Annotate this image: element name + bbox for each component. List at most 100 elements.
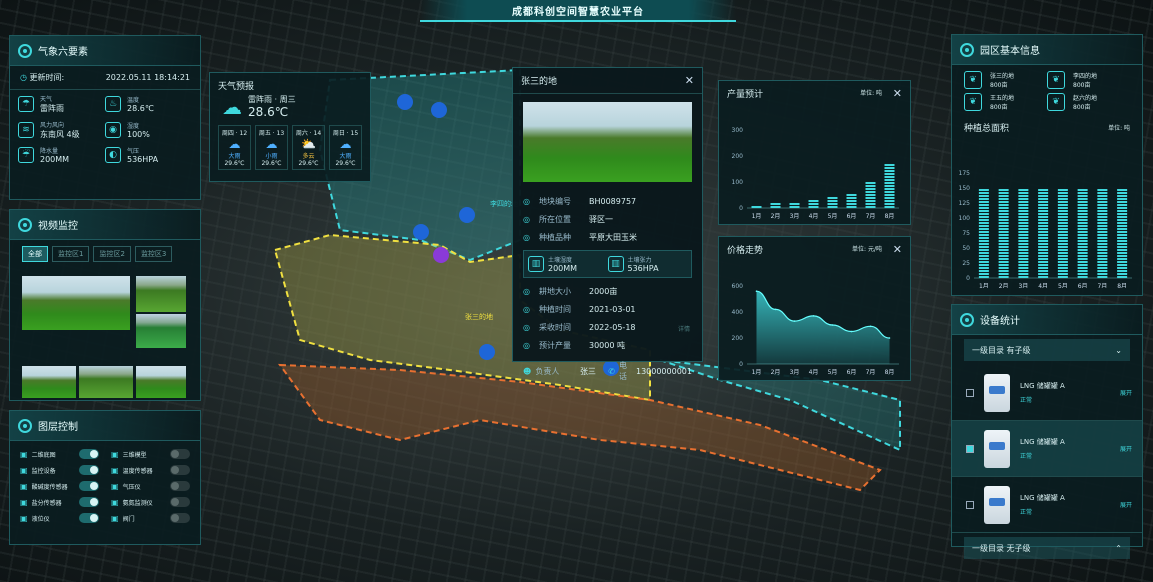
plot-field: ◎ 地块编号 BH0089757	[523, 192, 692, 210]
park-item[interactable]: ❦ 赵六的地 800亩	[1047, 93, 1130, 111]
park-item-name: 赵六的地	[1073, 95, 1098, 102]
y-tick-label: 600	[732, 283, 744, 290]
phone-label: 电话	[619, 361, 627, 381]
bar	[865, 182, 876, 208]
thermometer-icon: ♨	[105, 96, 121, 112]
device-expand[interactable]: 展开	[1120, 388, 1132, 397]
layer-icon: ▣	[111, 465, 119, 475]
panel-title: 图层控制	[38, 422, 78, 433]
chevron-down-icon: ⌄	[1115, 345, 1122, 355]
map-label-plot[interactable]: 张三的地	[465, 312, 493, 322]
layer-label: 液位仪	[31, 515, 50, 523]
device-panel: 设备统计 一级目录 有子级 ⌄ LNG 储罐罐 A 正常 展开 LNG 储罐罐 A 正常展…	[951, 304, 1143, 559]
phone-value: 13000000001	[635, 366, 692, 376]
tank-icon	[984, 485, 1010, 524]
layer-toggle[interactable]	[170, 449, 190, 459]
forecast-day-label: 周四 · 12	[221, 130, 248, 137]
bar	[789, 203, 800, 208]
device-checkbox[interactable]	[966, 444, 974, 453]
clock-icon: ◷	[20, 73, 27, 82]
forecast-now-desc: 雷阵雨 · 周三	[248, 95, 296, 104]
plot-field-label: 耕地大小	[539, 286, 571, 296]
y-tick-label: 50	[962, 245, 970, 252]
device-checkbox[interactable]	[966, 388, 974, 397]
price-point	[850, 330, 853, 333]
layer-toggle[interactable]	[170, 465, 190, 475]
park-panel: 园区基本信息 ❦ 张三的地 800亩 ❦ 李四的地 800亩 ❦ 王五的地 800亩 ❦ 赵六的地 8…	[951, 34, 1143, 296]
video-thumbnail[interactable]	[22, 276, 130, 330]
forecast-now-temp: 28.6℃	[248, 105, 289, 119]
rain-gauge-icon: ☔	[18, 147, 34, 163]
layer-icon: ▣	[111, 513, 119, 523]
layer-toggle[interactable]	[170, 497, 190, 507]
x-tick-label: 1月	[752, 213, 762, 220]
layer-item: ▣ 盐分传感器	[20, 497, 99, 507]
video-tab[interactable]: 监控区2	[93, 246, 131, 262]
layer-toggle[interactable]	[79, 513, 99, 523]
layer-toggle[interactable]	[79, 481, 99, 491]
x-tick-label: 4月	[1038, 283, 1048, 288]
layer-toggle[interactable]	[79, 465, 99, 475]
weather-value: 536HPA	[127, 155, 159, 164]
layer-toggle[interactable]	[79, 449, 99, 459]
layer-toggle[interactable]	[170, 481, 190, 491]
layer-icon: ▣	[111, 497, 119, 507]
panel-title: 视频监控	[38, 221, 78, 232]
close-icon[interactable]: ✕	[893, 243, 902, 256]
park-item[interactable]: ❦ 李四的地 800亩	[1047, 71, 1130, 89]
close-icon[interactable]: ✕	[685, 74, 694, 87]
video-tab[interactable]: 监控区1	[52, 246, 90, 262]
weather-item-text: 降水量 200MM	[40, 146, 69, 164]
layer-label: 三维模型	[122, 451, 147, 459]
video-tab[interactable]: 监控区3	[134, 246, 173, 262]
forecast-day: 周五 · 13 ☁ 小雨 29.6℃	[255, 125, 288, 170]
x-tick-label: 1月	[979, 283, 989, 288]
weather-item: ◐ 气压 536HPA	[105, 146, 192, 164]
plot-field-label: 采收时间	[539, 322, 571, 332]
weather-label: 降水量	[40, 148, 59, 155]
layer-icon: ▣	[20, 497, 28, 507]
layer-item: ▣ 阀门	[111, 513, 190, 523]
weather-item-text: 温度 28.6℃	[127, 95, 154, 113]
group-header-top[interactable]: 一级目录 有子级 ⌄	[964, 339, 1130, 361]
video-thumbnail[interactable]	[136, 366, 186, 398]
camera-marker	[479, 344, 495, 360]
layer-toggle[interactable]	[170, 513, 190, 523]
close-icon[interactable]: ✕	[893, 87, 902, 100]
weather-label: 湿度	[127, 123, 140, 130]
page-title: 成都科创空间智慧农业平台	[420, 0, 736, 22]
device-expand[interactable]: 展开	[1120, 444, 1132, 453]
pressure-icon: ◐	[105, 147, 121, 163]
chart-icon: ◎	[523, 340, 530, 350]
x-tick-label: 5月	[828, 213, 838, 220]
device-name: LNG 储罐罐 A	[1020, 494, 1065, 502]
video-thumbnail[interactable]	[22, 366, 76, 398]
y-tick-label: 100	[959, 215, 971, 222]
video-thumbnail[interactable]	[79, 366, 133, 398]
x-tick-label: 3月	[790, 369, 800, 376]
park-item-area: 800亩	[1073, 82, 1091, 89]
device-item[interactable]: LNG 储罐罐 A 正常 展开	[952, 365, 1142, 421]
group-header-bottom[interactable]: 一级目录 无子级 ⌃	[964, 537, 1130, 559]
y-tick-label: 0	[739, 361, 743, 368]
y-tick-label: 125	[959, 200, 971, 207]
leaf-icon: ❦	[1047, 71, 1065, 89]
soil-tension-icon: ▥	[607, 256, 624, 272]
park-item[interactable]: ❦ 张三的地 800亩	[964, 71, 1047, 89]
tank-icon	[984, 373, 1010, 412]
device-checkbox[interactable]	[966, 500, 974, 509]
y-tick-label: 200	[732, 335, 744, 342]
price-chart: 0 200 400 600 1月 2月 3月 4月 5月 6月 7月 8月	[732, 283, 899, 376]
video-thumbnail[interactable]	[136, 314, 186, 348]
video-tab[interactable]: 全部	[22, 246, 48, 262]
detail-link[interactable]: 详情	[678, 324, 690, 333]
harvest-icon: ◎	[523, 322, 530, 332]
video-thumbnail[interactable]	[136, 276, 186, 312]
device-expand[interactable]: 展开	[1120, 500, 1132, 509]
layer-toggle[interactable]	[79, 497, 99, 507]
device-item[interactable]: LNG 储罐罐 A 正常 展开	[952, 477, 1142, 533]
park-item[interactable]: ❦ 王五的地 800亩	[964, 93, 1047, 111]
device-item[interactable]: LNG 储罐罐 A 正常 展开	[952, 421, 1142, 477]
location-pin-icon: ◎	[523, 214, 530, 224]
bar	[846, 194, 857, 208]
